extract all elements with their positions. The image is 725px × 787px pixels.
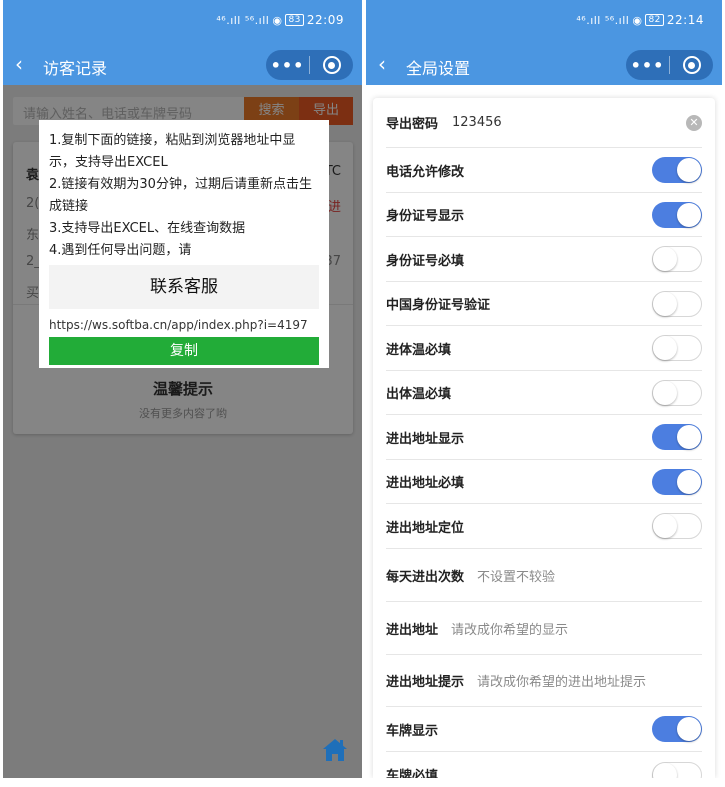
setting-label: 中国身份证号验证 — [386, 298, 491, 313]
setting-row: 中国身份证号验证 — [386, 282, 702, 326]
status-bar: ⁴⁶.ıll ⁵⁶.ıll ◉ 83 22:09 — [216, 13, 344, 27]
setting-label: 车牌必填 — [386, 769, 439, 778]
setting-row-export-password: 导出密码 123456 ✕ — [386, 98, 702, 148]
status-bar: ⁴⁶.ıll ⁵⁶.ıll ◉ 82 22:14 — [576, 13, 704, 27]
entry-temp-required-toggle[interactable] — [652, 335, 702, 361]
setting-row: 身份证号显示 — [386, 193, 702, 237]
plate-display-toggle[interactable] — [652, 716, 702, 742]
china-id-verify-toggle[interactable] — [652, 290, 702, 317]
exit-temp-required-toggle[interactable] — [652, 379, 702, 406]
back-icon[interactable]: ‹ — [378, 52, 386, 76]
battery-icon: 82 — [645, 14, 664, 26]
home-icon[interactable] — [322, 738, 348, 766]
setting-row: 进出地址必填 — [386, 460, 702, 504]
setting-row: 电话允许修改 — [386, 148, 702, 193]
status-time: 22:14 — [666, 13, 704, 27]
setting-label: 进出地址 — [386, 622, 439, 638]
setting-label: 进出地址显示 — [386, 431, 465, 447]
setting-label: 车牌显示 — [386, 723, 439, 739]
setting-row: 车牌必填 — [386, 752, 702, 778]
id-display-toggle[interactable] — [652, 201, 702, 228]
alarm-icon: ◉ — [272, 13, 283, 27]
setting-label: 出体温必填 — [386, 387, 452, 402]
instruction-4: 4.遇到任何导出问题，请 — [49, 243, 192, 258]
setting-row: 每天进出次数 不设置不较验 — [386, 549, 702, 602]
more-menu-icon[interactable]: ••• — [626, 56, 669, 75]
close-miniprogram-icon[interactable] — [310, 56, 353, 74]
setting-label: 身份证号必填 — [386, 253, 465, 269]
page-title: 访客记录 — [43, 59, 108, 78]
nav-bar: ‹ 访客记录 ••• — [3, 48, 362, 82]
top-bar: ⁴⁶.ıll ⁵⁶.ıll ◉ 82 22:14 ‹ 全局设置 ••• — [366, 0, 722, 85]
instruction-2: 2.链接有效期为30分钟，过期后请重新点击生成链接 — [49, 177, 312, 214]
setting-label: 进出地址必填 — [386, 476, 465, 491]
instruction-1: 1.复制下面的链接，粘贴到浏览器地址中显示，支持导出EXCEL — [49, 133, 296, 170]
export-link-popup: 1.复制下面的链接，粘贴到浏览器地址中显示，支持导出EXCEL 2.链接有效期为… — [39, 120, 329, 368]
instruction-3: 3.支持导出EXCEL、在线查询数据 — [49, 221, 246, 236]
setting-row: 车牌显示 — [386, 707, 702, 752]
nav-bar: ‹ 全局设置 ••• — [366, 48, 722, 82]
setting-row: 进体温必填 — [386, 326, 702, 371]
back-icon[interactable]: ‹ — [15, 52, 23, 76]
setting-label: 身份证号显示 — [386, 209, 465, 224]
alarm-icon: ◉ — [632, 13, 643, 27]
setting-label: 每天进出次数 — [386, 569, 465, 585]
mini-program-capsule: ••• — [626, 50, 713, 80]
visitor-records-screen: ⁴⁶.ıll ⁵⁶.ıll ◉ 83 22:09 ‹ 访客记录 ••• 请输入姓… — [3, 0, 362, 778]
close-miniprogram-icon[interactable] — [670, 56, 713, 74]
setting-label: 电话允许修改 — [386, 164, 465, 180]
daily-count-input[interactable]: 不设置不较验 — [477, 566, 555, 585]
export-link-text: https://ws.softba.cn/app/index.php?i=419… — [49, 318, 308, 332]
settings-panel: 导出密码 123456 ✕ 电话允许修改 身份证号显示 身份证号必填 中国身份证… — [373, 98, 715, 778]
setting-label: 进出地址提示 — [386, 675, 465, 690]
setting-label: 进出地址定位 — [386, 520, 465, 536]
setting-row: 出体温必填 — [386, 371, 702, 415]
mini-program-capsule: ••• — [266, 50, 353, 80]
setting-label: 进体温必填 — [386, 342, 452, 358]
setting-row: 进出地址显示 — [386, 415, 702, 460]
setting-row: 进出地址定位 — [386, 504, 702, 549]
setting-label: 导出密码 — [386, 117, 439, 132]
signal-icon: ⁴⁶.ıll ⁵⁶.ıll — [216, 13, 270, 27]
status-time: 22:09 — [306, 13, 344, 27]
address-hint-input[interactable]: 请改成你希望的进出地址提示 — [477, 671, 646, 690]
address-required-toggle[interactable] — [652, 468, 702, 495]
battery-icon: 83 — [285, 14, 304, 26]
setting-row: 进出地址 请改成你希望的显示 — [386, 602, 702, 655]
page-title: 全局设置 — [406, 59, 471, 78]
phone-edit-toggle[interactable] — [652, 157, 702, 183]
more-menu-icon[interactable]: ••• — [266, 56, 309, 75]
copy-button[interactable]: 复制 — [49, 337, 319, 365]
clear-icon[interactable]: ✕ — [686, 114, 702, 131]
address-location-toggle[interactable] — [652, 513, 702, 539]
setting-row: 身份证号必填 — [386, 237, 702, 282]
contact-support-button[interactable]: 联系客服 — [49, 265, 319, 309]
plate-required-toggle[interactable] — [652, 761, 702, 778]
address-display-toggle[interactable] — [652, 424, 702, 450]
address-input[interactable]: 请改成你希望的显示 — [451, 619, 568, 638]
export-password-input[interactable]: 123456 — [452, 115, 502, 130]
global-settings-screen: ⁴⁶.ıll ⁵⁶.ıll ◉ 82 22:14 ‹ 全局设置 ••• 导出密码… — [366, 0, 722, 778]
setting-row: 进出地址提示 请改成你希望的进出地址提示 — [386, 655, 702, 707]
top-bar: ⁴⁶.ıll ⁵⁶.ıll ◉ 83 22:09 ‹ 访客记录 ••• — [3, 0, 362, 85]
signal-icon: ⁴⁶.ıll ⁵⁶.ıll — [576, 13, 630, 27]
id-required-toggle[interactable] — [652, 246, 702, 272]
